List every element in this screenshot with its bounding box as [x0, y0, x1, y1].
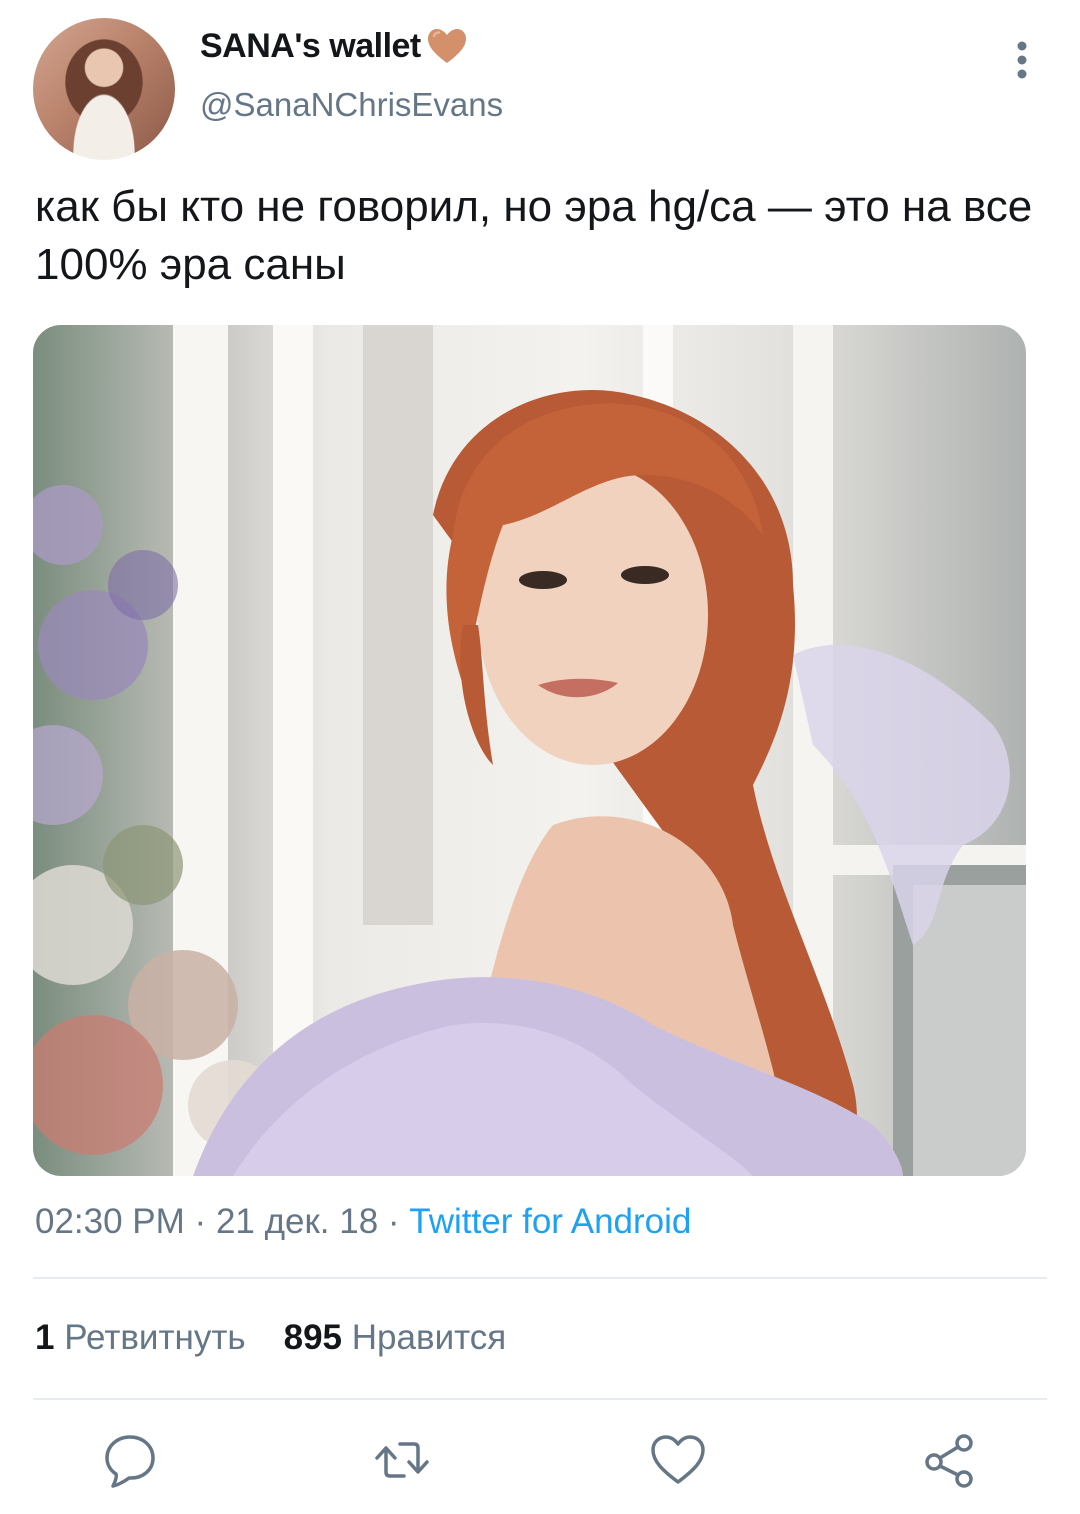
tweet-stats: 1 Ретвитнуть 895 Нравится — [35, 1318, 506, 1358]
like-button[interactable] — [648, 1430, 708, 1490]
comment-bubble-icon — [105, 1435, 155, 1488]
reply-button[interactable] — [100, 1430, 160, 1490]
name-row[interactable]: SANA's wallet — [200, 24, 469, 68]
retweets-stat[interactable]: 1 Ретвитнуть — [35, 1318, 246, 1358]
retweets-label: Ретвитнуть — [64, 1318, 246, 1357]
likes-count: 895 — [283, 1318, 343, 1357]
share-button[interactable] — [920, 1430, 980, 1490]
retweet-arrows-icon — [375, 1442, 429, 1478]
tweet-source-link[interactable]: Twitter for Android — [409, 1202, 691, 1241]
user-handle[interactable]: @SanaNChrisEvans — [200, 86, 503, 124]
more-options-icon[interactable] — [1004, 38, 1040, 82]
share-nodes-icon — [925, 1434, 973, 1488]
divider — [33, 1398, 1047, 1400]
heart-outline-icon — [651, 1435, 705, 1484]
likes-stat[interactable]: 895 Нравится — [284, 1318, 507, 1358]
user-avatar[interactable] — [33, 18, 175, 160]
retweets-count: 1 — [35, 1318, 55, 1357]
display-name[interactable]: SANA's wallet — [200, 27, 421, 66]
divider — [33, 1277, 1047, 1279]
tweet-photo[interactable] — [33, 325, 1026, 1176]
tweet-text: как бы кто не говорил, но эра hg/ca — эт… — [35, 182, 1033, 289]
tweet-header: SANA's wallet @SanaNChrisEvans — [0, 0, 1080, 170]
meta-separator: · — [387, 1202, 410, 1241]
tweet-actions — [0, 1430, 1080, 1500]
tweet-time: 02:30 PM — [35, 1202, 185, 1241]
likes-label: Нравится — [351, 1318, 507, 1357]
brown-heart-icon — [427, 29, 466, 63]
tweet-date: 21 дек. 18 — [215, 1202, 379, 1241]
retweet-button[interactable] — [372, 1430, 432, 1490]
meta-separator: · — [194, 1202, 216, 1241]
tweet-meta: 02:30 PM · 21 дек. 18 · Twitter for Andr… — [35, 1202, 691, 1242]
